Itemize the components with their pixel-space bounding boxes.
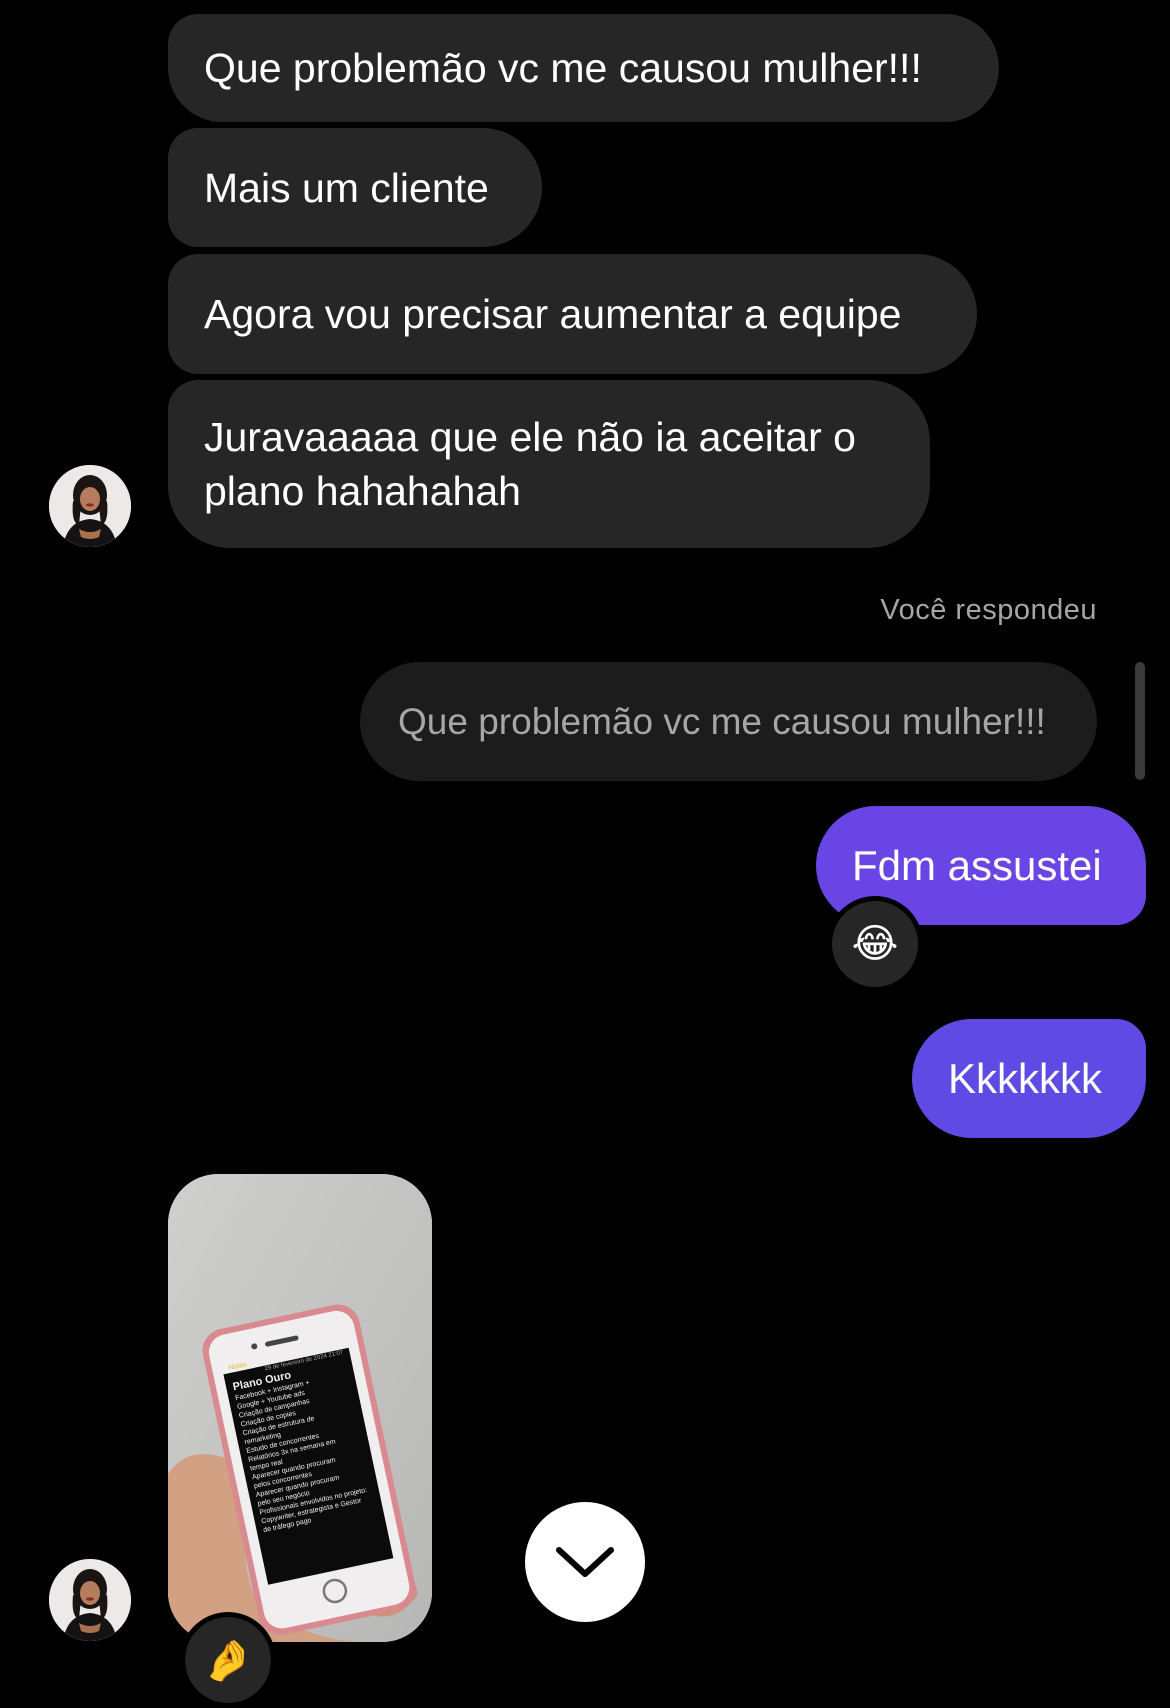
incoming-message[interactable]: Mais um cliente (168, 128, 542, 247)
message-text: Fdm assustei (852, 841, 1102, 889)
incoming-message[interactable]: Que problemão vc me causou mulher!!! (168, 14, 999, 122)
message-text: Que problemão vc me causou mulher!!! (204, 45, 922, 91)
message-text: Agora vou precisar aumentar a equipe (204, 291, 902, 337)
quoted-message-text: Que problemão vc me causou mulher!!! (398, 700, 1046, 742)
profile-photo-icon (49, 465, 131, 547)
chevron-down-icon (556, 1547, 614, 1577)
incoming-message[interactable]: Juravaaaaa que ele não ia aceitar o plan… (168, 380, 930, 548)
pinched-fingers-emoji-icon: 🤌 (203, 1638, 253, 1683)
quoted-message[interactable]: Que problemão vc me causou mulher!!! (360, 662, 1097, 781)
media-reaction[interactable]: 🤌 (180, 1612, 276, 1708)
outgoing-message[interactable]: Kkkkkkk (912, 1019, 1146, 1138)
avatar[interactable] (49, 465, 131, 547)
laughing-emoji-icon: 😂 (851, 922, 899, 966)
message-text: Kkkkkkk (948, 1054, 1103, 1102)
message-reaction[interactable]: 😂 (827, 896, 923, 992)
profile-photo-icon (49, 1559, 131, 1641)
message-text: Mais um cliente (204, 164, 489, 211)
media-message-photo[interactable]: Notas 29 de fevereiro de 2024 21:07 Plan… (168, 1174, 432, 1642)
message-text-line: plano hahahahah (204, 468, 521, 514)
scrollbar[interactable] (1135, 662, 1145, 780)
message-text-line: Juravaaaaa que ele não ia aceitar o (204, 414, 856, 460)
reply-label: Você respondeu (880, 594, 1097, 626)
incoming-message[interactable]: Agora vou precisar aumentar a equipe (168, 254, 977, 374)
avatar[interactable] (49, 1559, 131, 1641)
scroll-to-bottom-button[interactable] (525, 1502, 645, 1622)
